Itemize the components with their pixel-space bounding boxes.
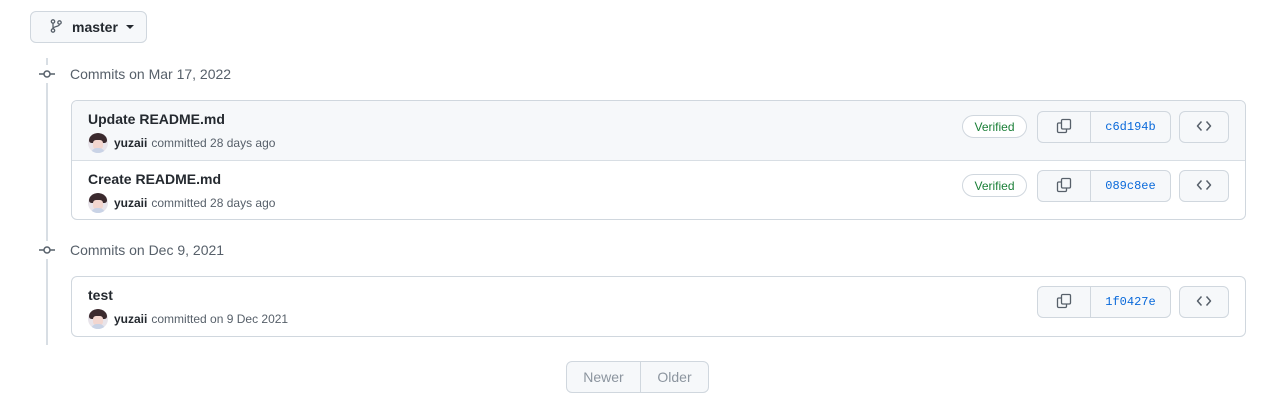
timeline-line [46,58,48,345]
copy-icon [1056,177,1072,196]
commit-row: Create README.md yuzaii committed 28 day… [72,160,1245,219]
commit-group-header: Commits on Dec 9, 2021 [38,240,224,260]
commit-meta: yuzaii committed 28 days ago [88,193,275,213]
commit-message-link[interactable]: Create README.md [88,171,221,187]
commit-row: Update README.md yuzaii committed 28 day… [72,101,1245,160]
commit-time: committed 28 days ago [151,136,276,150]
commit-time: committed on 9 Dec 2021 [151,312,289,326]
commit-message-link[interactable]: Update README.md [88,111,225,127]
git-commit-icon [38,65,56,83]
sha-button-group: 1f0427e [1037,286,1171,318]
commit-list: Update README.md yuzaii committed 28 day… [71,100,1246,220]
author-link[interactable]: yuzaii [114,196,147,210]
git-commit-icon [38,241,56,259]
commit-list: test yuzaii committed on 9 Dec 2021 1f04… [71,276,1246,337]
copy-sha-button[interactable] [1038,112,1091,142]
author-link[interactable]: yuzaii [114,136,147,150]
commit-row: test yuzaii committed on 9 Dec 2021 1f04… [72,277,1245,336]
copy-sha-button[interactable] [1038,287,1091,317]
browse-code-button[interactable] [1179,170,1229,202]
browse-code-button[interactable] [1179,286,1229,318]
avatar[interactable] [88,133,108,153]
code-icon [1196,293,1212,312]
browse-code-button[interactable] [1179,111,1229,143]
git-branch-icon [48,18,64,37]
commit-sha-link[interactable]: 1f0427e [1091,287,1170,317]
verified-badge[interactable]: Verified [962,174,1027,197]
copy-sha-button[interactable] [1038,171,1091,201]
commit-group-header: Commits on Mar 17, 2022 [38,64,231,84]
older-button[interactable]: Older [641,362,708,392]
code-icon [1196,118,1212,137]
commit-message-link[interactable]: test [88,287,113,303]
sha-button-group: c6d194b [1037,111,1171,143]
avatar[interactable] [88,193,108,213]
verified-badge[interactable]: Verified [962,115,1027,138]
chevron-down-icon [125,25,134,29]
branch-name: master [72,19,118,35]
commit-sha-link[interactable]: 089c8ee [1091,171,1170,201]
branch-select-button[interactable]: master [30,11,147,43]
commit-sha-link[interactable]: c6d194b [1091,112,1170,142]
avatar[interactable] [88,309,108,329]
code-icon [1196,177,1212,196]
copy-icon [1056,118,1072,137]
sha-button-group: 089c8ee [1037,170,1171,202]
pagination: Newer Older [566,361,709,393]
author-link[interactable]: yuzaii [114,312,147,326]
commit-time: committed 28 days ago [151,196,276,210]
copy-icon [1056,293,1072,312]
commit-meta: yuzaii committed on 9 Dec 2021 [88,309,288,329]
commit-group-title: Commits on Dec 9, 2021 [70,242,225,258]
commit-group-title: Commits on Mar 17, 2022 [70,66,232,82]
newer-button[interactable]: Newer [567,362,641,392]
commit-meta: yuzaii committed 28 days ago [88,133,275,153]
